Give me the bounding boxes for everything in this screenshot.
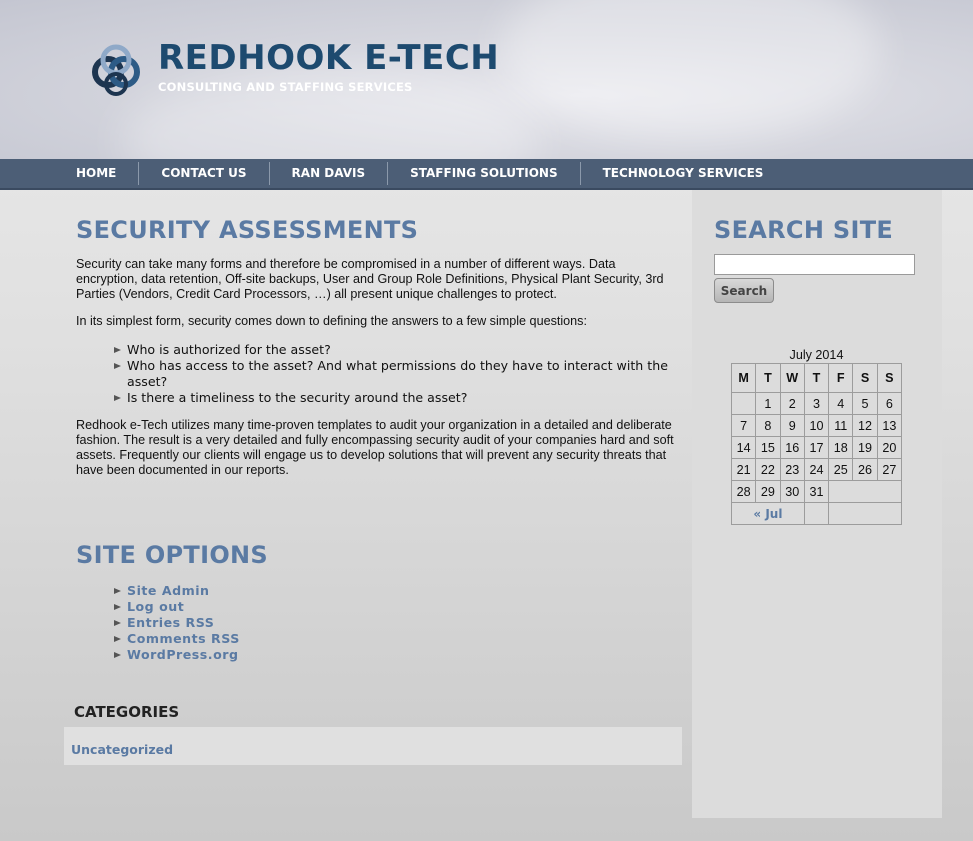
search-input[interactable] — [714, 254, 915, 275]
summary-paragraph: Redhook e-Tech utilizes many time-proven… — [76, 418, 674, 477]
wordpress-org-link[interactable]: WordPress.org — [127, 647, 238, 662]
calendar-day: 6 — [876, 392, 903, 415]
entries-rss-link[interactable]: Entries RSS — [127, 615, 214, 630]
list-item: Log out — [114, 599, 268, 615]
list-item: Comments RSS — [114, 631, 268, 647]
categories-list: Uncategorized — [64, 727, 682, 765]
calendar-day-header: W — [779, 363, 805, 393]
calendar-day: 20 — [876, 436, 903, 459]
calendar-day: 11 — [828, 414, 854, 437]
calendar-widget: July 2014 M T W T F S S 1 2 3 4 5 6 7 8 … — [730, 348, 903, 525]
list-item: Site Admin — [114, 583, 268, 599]
calendar-pad — [730, 392, 757, 415]
calendar-day: 27 — [876, 458, 903, 481]
calendar-table: M T W T F S S 1 2 3 4 5 6 7 8 9 10 11 12… — [730, 363, 903, 525]
search-button[interactable]: Search — [714, 278, 774, 303]
calendar-day: 10 — [803, 414, 830, 437]
site-options: SITE OPTIONS Site Admin Log out Entries … — [76, 541, 268, 663]
calendar-day: 17 — [803, 436, 830, 459]
questions-list: Who is authorized for the asset? Who has… — [114, 342, 674, 406]
nav-item-ran-davis[interactable]: RAN DAVIS — [270, 162, 389, 185]
calendar-day: 9 — [779, 414, 805, 437]
calendar-caption: July 2014 — [789, 348, 844, 362]
sidebar: SEARCH SITE Search July 2014 M T W T F S… — [692, 190, 942, 818]
list-item: Who is authorized for the asset? — [114, 342, 674, 358]
list-item: Is there a timeliness to the security ar… — [114, 390, 674, 406]
calendar-day: 8 — [755, 414, 781, 437]
header-cloud — [500, 0, 880, 140]
calendar-day: 13 — [876, 414, 903, 437]
main-nav: HOME CONTACT US RAN DAVIS STAFFING SOLUT… — [0, 159, 973, 190]
nav-item-home[interactable]: HOME — [54, 162, 140, 185]
site-header: REDHOOK E-TECH CONSULTING AND STAFFING S… — [0, 0, 973, 159]
calendar-day: 22 — [755, 458, 781, 481]
calendar-day: 21 — [730, 458, 757, 481]
calendar-day: 16 — [779, 436, 805, 459]
calendar-pad — [828, 480, 902, 503]
calendar-day: 24 — [803, 458, 830, 481]
list-item: Who has access to the asset? And what pe… — [114, 358, 674, 390]
category-uncategorized-link[interactable]: Uncategorized — [71, 742, 173, 757]
page-title: SECURITY ASSESSMENTS — [76, 216, 419, 244]
comments-rss-link[interactable]: Comments RSS — [127, 631, 240, 646]
calendar-day-header: T — [803, 363, 830, 393]
logo-knot-icon — [92, 44, 140, 96]
calendar-day: 12 — [852, 414, 878, 437]
calendar-day: 14 — [730, 436, 757, 459]
site-title[interactable]: REDHOOK E-TECH — [158, 38, 499, 78]
calendar-day: 3 — [803, 392, 830, 415]
calendar-day: 15 — [755, 436, 781, 459]
calendar-day: 30 — [779, 480, 805, 503]
site-admin-link[interactable]: Site Admin — [127, 583, 210, 598]
site-options-list: Site Admin Log out Entries RSS Comments … — [114, 583, 268, 663]
calendar-day: 18 — [828, 436, 854, 459]
calendar-day: 7 — [730, 414, 757, 437]
list-item: Entries RSS — [114, 615, 268, 631]
calendar-day: 26 — [852, 458, 878, 481]
log-out-link[interactable]: Log out — [127, 599, 184, 614]
intro-paragraph: Security can take many forms and therefo… — [76, 257, 664, 301]
questions-intro: In its simplest form, security comes dow… — [76, 314, 587, 328]
calendar-day: 4 — [828, 392, 854, 415]
calendar-day-header: S — [876, 363, 903, 393]
calendar-next-cell — [828, 502, 902, 525]
search-title: SEARCH SITE — [714, 216, 894, 244]
calendar-day-header: F — [828, 363, 854, 393]
nav-item-staffing-solutions[interactable]: STAFFING SOLUTIONS — [388, 162, 581, 185]
main-content: SECURITY ASSESSMENTS Security can take m… — [76, 216, 676, 478]
nav-item-technology-services[interactable]: TECHNOLOGY SERVICES — [581, 162, 786, 185]
categories-title: CATEGORIES — [74, 703, 180, 721]
calendar-day: 2 — [779, 392, 805, 415]
calendar-prev-cell: « Jul — [731, 502, 805, 525]
site-options-title: SITE OPTIONS — [76, 541, 269, 569]
nav-item-contact-us[interactable]: CONTACT US — [139, 162, 270, 185]
calendar-day-header: M — [730, 363, 757, 393]
calendar-day: 23 — [779, 458, 805, 481]
calendar-day: 28 — [730, 480, 757, 503]
calendar-day: 29 — [755, 480, 781, 503]
list-item: WordPress.org — [114, 647, 268, 663]
calendar-day: 31 — [803, 480, 830, 503]
calendar-day: 1 — [755, 392, 781, 415]
calendar-day-header: S — [852, 363, 878, 393]
calendar-day: 19 — [852, 436, 878, 459]
calendar-prev-link[interactable]: « Jul — [753, 507, 782, 521]
calendar-pad — [803, 502, 830, 525]
site-tagline: CONSULTING AND STAFFING SERVICES — [158, 80, 413, 94]
calendar-day: 25 — [828, 458, 854, 481]
calendar-day-header: T — [755, 363, 781, 393]
calendar-day: 5 — [852, 392, 878, 415]
